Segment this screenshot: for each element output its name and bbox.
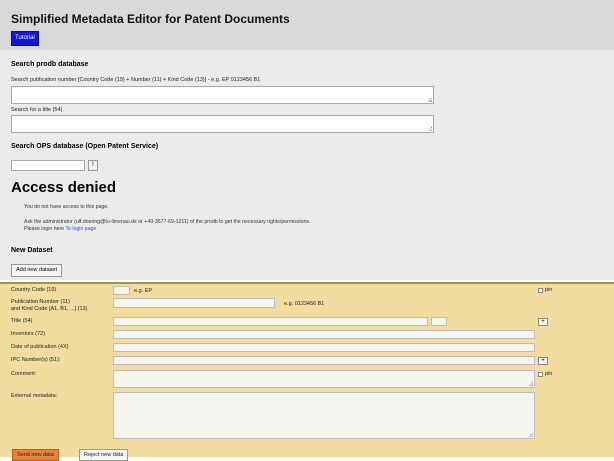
- comment-pin-checkbox[interactable]: [538, 372, 543, 377]
- date-field[interactable]: [113, 343, 535, 352]
- access-line-3: Please login here To login page: [24, 226, 96, 232]
- login-link[interactable]: To login page: [65, 226, 96, 232]
- send-new-data-button[interactable]: Send new data: [12, 449, 59, 461]
- ipc-field[interactable]: [113, 356, 535, 365]
- external-metadata-label: External metadata:: [11, 393, 58, 399]
- pub-number-field[interactable]: [113, 298, 275, 308]
- prodb-pub-label: Search publication number [Country Code …: [11, 77, 261, 83]
- date-label: Date of publication (4X): [11, 344, 69, 350]
- title-language-field[interactable]: [431, 317, 447, 326]
- app-title: Simplified Metadata Editor for Patent Do…: [11, 12, 290, 26]
- title-field[interactable]: [113, 317, 428, 326]
- resize-grip-icon[interactable]: [528, 381, 533, 386]
- prodb-title-label: Search for a title (54): [11, 107, 63, 113]
- ipc-label: IPC Number(s) (51):: [11, 357, 61, 363]
- country-code-label: Country Code (19): [11, 287, 57, 293]
- country-code-field[interactable]: [113, 286, 130, 295]
- app-title-prefix: Simplified Metadata Editor for: [11, 12, 182, 26]
- prodb-pub-input[interactable]: [11, 86, 434, 104]
- pub-number-label-1: Publication Number (11): [11, 299, 70, 305]
- pub-number-hint: e.g. 0123456 B1: [284, 301, 325, 307]
- add-ipc-button[interactable]: +: [538, 357, 548, 365]
- resize-grip-icon[interactable]: [427, 126, 432, 131]
- access-line-1: You do not have access to this page.: [24, 204, 109, 210]
- add-title-button[interactable]: +: [538, 318, 548, 326]
- pub-number-label-2: and Kind Code [A1, B1, ...] (13): [11, 306, 88, 312]
- comment-field[interactable]: [113, 370, 535, 388]
- reject-new-data-button[interactable]: Reject new data: [79, 449, 129, 461]
- login-prefix: Please login here: [24, 226, 65, 232]
- prodb-heading: Search prodb database: [11, 61, 89, 68]
- resize-grip-icon[interactable]: [528, 432, 533, 437]
- access-line-2: Ask the administrator (ulf.doering@tu-il…: [24, 219, 311, 225]
- tutorial-button[interactable]: Tutorial: [11, 31, 39, 46]
- ops-search-input[interactable]: [11, 160, 85, 171]
- country-code-hint: e.g. EP: [134, 288, 153, 294]
- add-dataset-button[interactable]: Add new dataset: [11, 264, 62, 277]
- pin-checkbox[interactable]: [538, 288, 543, 293]
- app-title-strong: Patent Documents: [184, 12, 290, 26]
- prodb-title-input[interactable]: [11, 115, 434, 133]
- comment-pin-label: pin: [545, 371, 553, 377]
- external-metadata-field[interactable]: [113, 392, 535, 439]
- ops-search-button[interactable]: !: [88, 160, 98, 171]
- ops-heading: Search OPS database (Open Patent Service…: [11, 143, 159, 150]
- title-label: Title (54): [11, 318, 33, 324]
- resize-grip-icon[interactable]: [427, 97, 432, 102]
- comment-label: Comment:: [11, 371, 37, 377]
- inventors-field[interactable]: [113, 330, 535, 339]
- access-denied-title: Access denied: [11, 179, 117, 196]
- pin-label: pin: [545, 287, 553, 293]
- inventors-label: Inventors (72): [11, 331, 45, 337]
- new-dataset-heading: New Dataset: [11, 247, 53, 254]
